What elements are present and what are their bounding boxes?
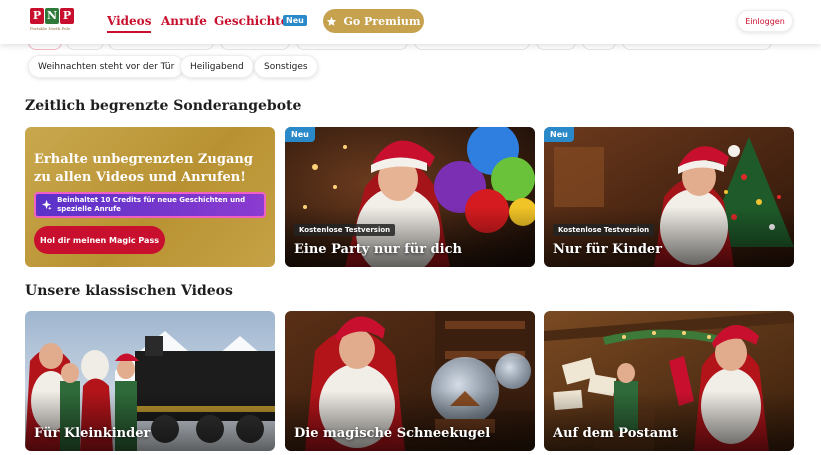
magic-pass-promo-card[interactable]: Erhalte unbegrenzten Zugang zu allen Vid… <box>25 127 275 267</box>
chip-sonstiges[interactable]: Sonstiges <box>254 55 318 78</box>
logo[interactable]: P N P Portable North Pole <box>30 8 76 36</box>
classics-section-title: Unsere klassischen Videos <box>25 283 233 299</box>
new-badge: Neu <box>544 127 574 142</box>
card-gradient <box>544 391 794 451</box>
chip-weihnachten[interactable]: Weihnachten steht vor der Tür <box>28 55 185 78</box>
video-card-kleinkinder[interactable]: Für Kleinkinder <box>25 311 275 451</box>
video-card-kinder[interactable]: Neu Kostenlose Testversion Nur für Kinde… <box>544 127 794 267</box>
nav-videos[interactable]: Videos <box>107 14 152 33</box>
nav-anrufe[interactable]: Anrufe <box>161 14 207 28</box>
card-title: Eine Party nur für dich <box>294 242 462 257</box>
chip-heiligabend[interactable]: Heiligabend <box>180 55 254 78</box>
go-premium-label: Go Premium <box>343 14 421 28</box>
card-title: Die magische Schneekugel <box>294 426 491 441</box>
card-gradient <box>285 391 535 451</box>
new-badge: Neu <box>285 127 315 142</box>
card-gradient <box>544 207 794 267</box>
logo-letter: P <box>30 8 44 24</box>
sparkle-icon <box>41 199 52 211</box>
card-gradient <box>285 207 535 267</box>
card-title: Nur für Kinder <box>553 242 663 257</box>
logo-letter: N <box>45 8 59 24</box>
card-gradient <box>25 391 275 451</box>
credits-text: Beinhaltet 10 Credits für neue Geschicht… <box>57 196 246 213</box>
offers-section-title: Zeitlich begrenzte Sonderangebote <box>25 98 302 114</box>
go-premium-button[interactable]: Go Premium <box>323 9 424 33</box>
new-badge: Neu <box>283 15 307 26</box>
logo-letter: P <box>60 8 74 24</box>
promo-headline: Erhalte unbegrenzten Zugang zu allen Vid… <box>34 152 253 185</box>
video-card-postamt[interactable]: Auf dem Postamt <box>544 311 794 451</box>
credits-info-box: Beinhaltet 10 Credits für neue Geschicht… <box>34 192 266 218</box>
logo-tagline: Portable North Pole <box>30 26 71 31</box>
free-trial-badge: Kostenlose Testversion <box>553 224 655 236</box>
site-header: P N P Portable North Pole Videos Anrufe … <box>0 0 821 44</box>
video-card-schneekugel[interactable]: Die magische Schneekugel <box>285 311 535 451</box>
star-icon <box>327 16 337 26</box>
card-title: Für Kleinkinder <box>34 426 151 441</box>
magic-pass-button[interactable]: Hol dir meinen Magic Pass <box>34 226 165 254</box>
video-card-party[interactable]: Neu Kostenlose Testversion Eine Party nu… <box>285 127 535 267</box>
login-button[interactable]: Einloggen <box>737 10 793 32</box>
free-trial-badge: Kostenlose Testversion <box>294 224 396 236</box>
card-title: Auf dem Postamt <box>553 426 678 441</box>
